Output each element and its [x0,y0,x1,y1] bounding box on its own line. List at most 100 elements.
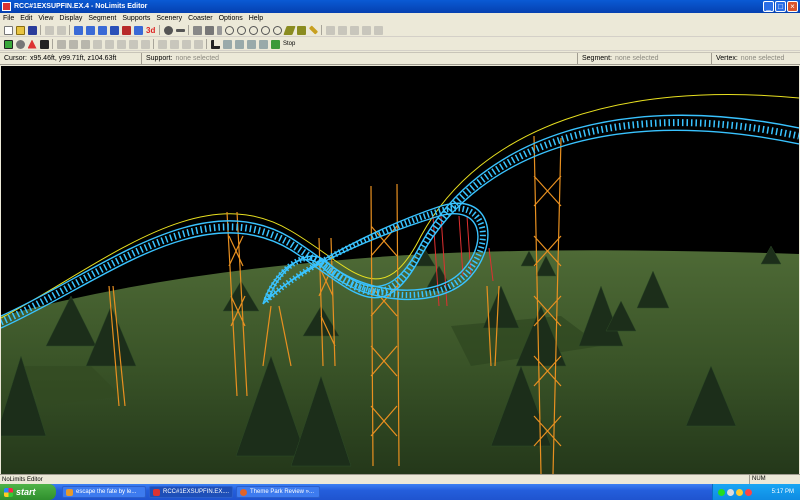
segment-value: none selected [614,55,659,62]
snap-c-icon[interactable] [181,39,191,49]
start-button[interactable]: start [0,484,56,500]
app-icon [2,2,11,11]
segment-label: Segment: [582,55,612,62]
paint-bucket-icon[interactable] [296,25,306,35]
menu-display[interactable]: Display [56,15,85,22]
bend-a-icon[interactable] [92,39,102,49]
box-icon[interactable] [68,39,78,49]
redo-icon[interactable] [56,25,66,35]
tool-e-icon[interactable] [373,25,383,35]
tray-volume-icon[interactable] [727,488,734,496]
add-vertex-icon[interactable] [163,25,173,35]
remove-vertex-icon[interactable] [175,28,185,32]
align-d-icon[interactable] [258,39,268,49]
snap-a-icon[interactable] [157,39,167,49]
window-title: RCC#1EXSUPFIN.EX.4 - NoLimits Editor [14,3,148,10]
menu-file[interactable]: File [0,15,17,22]
toolbar-separator [69,25,70,35]
tray-security-icon[interactable] [736,488,743,496]
track-wave-icon[interactable] [85,25,95,35]
tool-d-icon[interactable] [361,25,371,35]
secondary-toolbar: Stop [0,38,800,51]
menu-help[interactable]: Help [246,15,266,22]
menu-scenery[interactable]: Scenery [153,15,185,22]
tray-app-icon[interactable] [745,488,752,496]
menu-view[interactable]: View [35,15,56,22]
taskbar-item-label: RCC#1EXSUPFIN.EX.... [163,489,230,495]
tool-c-icon[interactable] [349,25,359,35]
cursor-label: Cursor: [4,55,27,62]
clock: 5:17 PM [771,489,794,495]
tool-a-icon[interactable] [325,25,335,35]
align-a-icon[interactable] [222,39,232,49]
toolbar-separator [52,39,53,49]
menu-supports[interactable]: Supports [119,15,153,22]
warning-icon[interactable] [27,39,37,49]
tray-network-icon[interactable] [718,488,725,496]
toolbar-separator [188,25,190,35]
3d-viewport[interactable] [1,66,799,474]
cursor-value: x95.46ft, y99.71ft, z104.63ft [29,55,117,62]
coordinate-bar: Cursor: x95.46ft, y99.71ft, z104.63ft Su… [0,52,800,65]
minimize-button[interactable]: _ [763,1,774,12]
train-icon[interactable] [109,25,119,35]
snap-d-icon[interactable] [193,39,203,49]
toolbar-separator [40,25,41,35]
taskbar-item-active[interactable]: RCC#1EXSUPFIN.EX.... [149,486,233,498]
menu-segment[interactable]: Segment [85,15,119,22]
track-down-icon[interactable] [97,25,107,35]
system-tray: 5:17 PM [712,484,800,500]
align-b-icon[interactable] [234,39,244,49]
track-up-icon[interactable] [73,25,83,35]
train-station-icon[interactable] [121,25,131,35]
plane-icon[interactable] [80,39,90,49]
maximize-button[interactable]: □ [775,1,786,12]
windows-logo-icon [4,487,13,497]
support-d-icon[interactable] [260,25,270,35]
new-file-icon[interactable] [3,25,13,35]
display-icon[interactable] [39,39,49,49]
pointer-icon[interactable] [210,39,220,49]
menu-options[interactable]: Options [216,15,246,22]
menu-coaster[interactable]: Coaster [185,15,216,22]
support-a-icon[interactable] [224,25,234,35]
menu-edit[interactable]: Edit [17,15,35,22]
toolbar-separator [153,39,154,49]
close-button[interactable]: × [787,1,798,12]
save-icon[interactable] [27,25,37,35]
nolimits-icon [153,488,160,496]
support-b-icon[interactable] [236,25,246,35]
bolt-icon[interactable] [133,25,143,35]
bend-d-icon[interactable] [128,39,138,49]
stop-button[interactable]: Stop [283,41,295,47]
snap-b-icon[interactable] [169,39,179,49]
align-c-icon[interactable] [246,39,256,49]
open-file-icon[interactable] [15,25,25,35]
camera-icon[interactable] [15,39,25,49]
tool-b-icon[interactable] [337,25,347,35]
cursor-readout: Cursor: x95.46ft, y99.71ft, z104.63ft [0,53,142,64]
taskbar: start escape the fate by le... RCC#1EXSU… [0,484,800,500]
browser-icon [66,488,73,496]
bend-c-icon[interactable] [116,39,126,49]
paint-icon[interactable] [204,25,214,35]
taskbar-item[interactable]: Theme Park Review »... [236,486,320,498]
undo-icon[interactable] [44,25,54,35]
support-e-icon[interactable] [272,25,282,35]
support-c-icon[interactable] [248,25,258,35]
measure-icon[interactable] [283,25,296,35]
view-terrain-icon[interactable] [3,39,13,49]
3d-view-icon[interactable]: 3d [146,26,155,35]
bend-e-icon[interactable] [140,39,150,49]
highlight-icon[interactable] [308,25,318,35]
segment-readout: Segment: none selected [578,53,712,64]
bend-b-icon[interactable] [104,39,114,49]
pencil-icon[interactable] [192,25,202,35]
dollar-icon[interactable] [216,25,222,35]
support-readout: Support: none selected [142,53,578,64]
vertex-value: none selected [740,55,785,62]
taskbar-item[interactable]: escape the fate by le... [62,486,146,498]
play-icon[interactable] [270,39,280,49]
grid-icon[interactable] [56,39,66,49]
vertex-label: Vertex: [716,55,738,62]
